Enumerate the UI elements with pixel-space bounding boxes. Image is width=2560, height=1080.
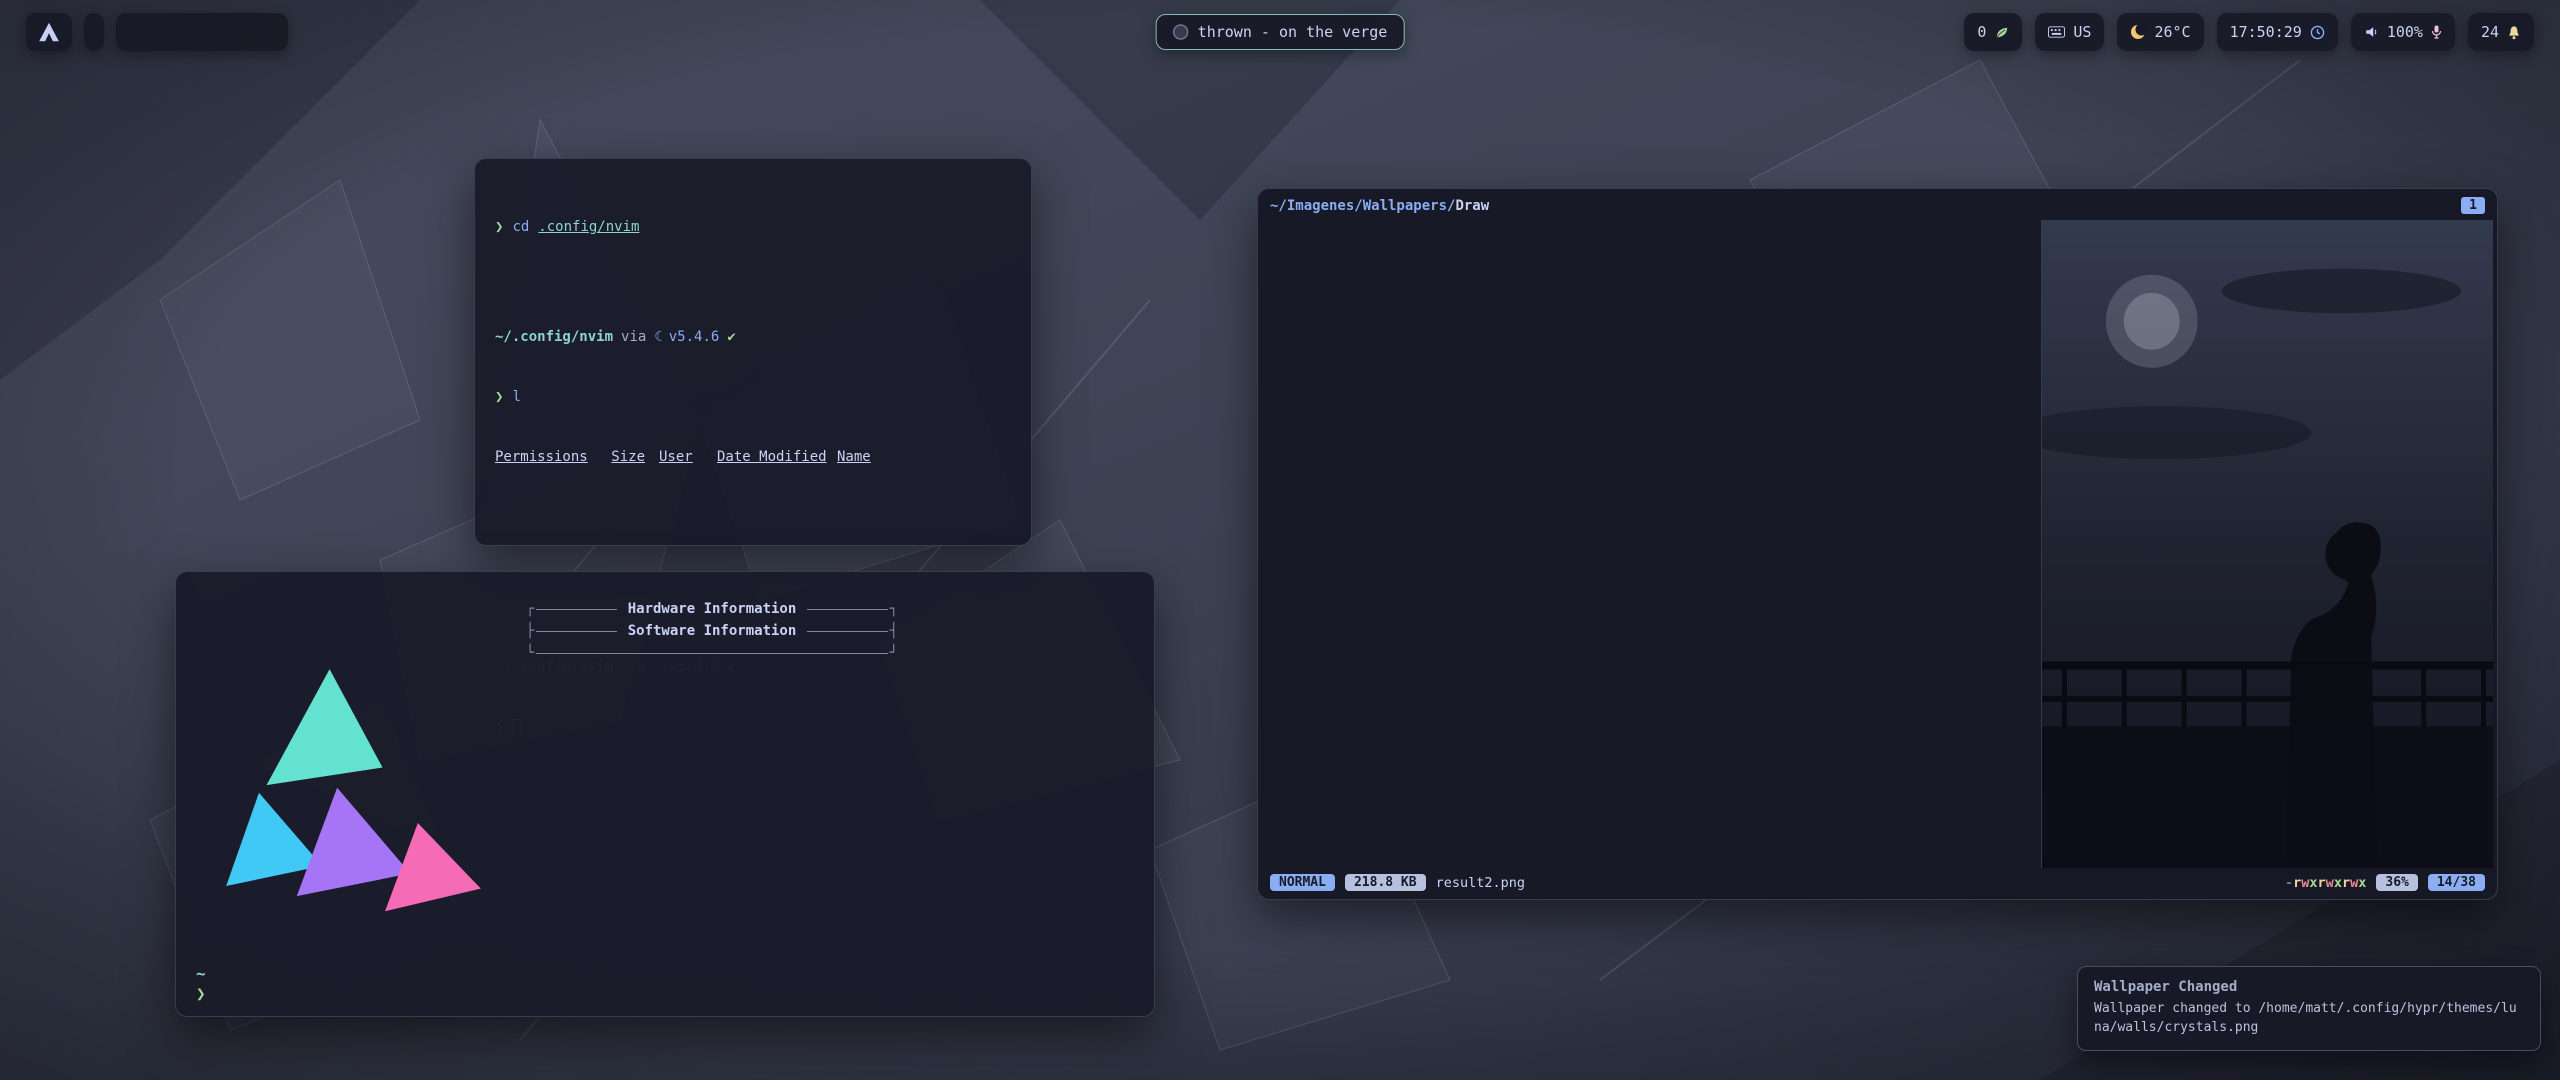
ls-header-row: PermissionsSizeUserDate ModifiedName: [495, 447, 1011, 467]
file-size-badge: 218.8 KB: [1345, 874, 1426, 891]
shell-prompt[interactable]: ~ ❯: [196, 964, 206, 1004]
updates-widget[interactable]: 0: [1964, 13, 2022, 51]
updates-count: 0: [1977, 23, 1986, 41]
software-section-header: ├Software Information┤: [526, 620, 898, 642]
keyboard-icon: [2048, 26, 2065, 38]
breadcrumb-path: ~/Imagenes/Wallpapers/Draw: [1270, 198, 1489, 214]
status-filename: result2.png: [1436, 875, 1525, 891]
moon-icon: [2130, 24, 2146, 40]
media-widget[interactable]: thrown - on the verge: [1156, 14, 1405, 50]
list-position-badge: 14/38: [2428, 874, 2485, 891]
file-manager-body: [1258, 218, 2497, 868]
speaker-icon: [2364, 25, 2379, 39]
image-preview: [2041, 220, 2493, 868]
file-permissions: -rwxrwxrwx: [2285, 875, 2366, 891]
file-manager-window[interactable]: ~/Imagenes/Wallpapers/Draw 1: [1257, 188, 2498, 900]
leaf-icon: [1994, 25, 2009, 40]
ls-output: [495, 507, 1011, 567]
notification-body: Wallpaper changed to /home/matt/.config/…: [2094, 1000, 2524, 1038]
launcher-button[interactable]: [26, 13, 72, 51]
file-manager-header: ~/Imagenes/Wallpapers/Draw 1: [1258, 189, 2497, 218]
hardware-section-header: ┌Hardware Information┐: [526, 598, 898, 620]
weather-widget[interactable]: 26°C: [2117, 13, 2203, 51]
prompt-path-line: ~/.config/nvim via ☾ v5.4.6 ✔: [495, 327, 1011, 347]
clock-widget[interactable]: 17:50:29: [2217, 13, 2338, 51]
prompt-symbol: ❯: [196, 984, 206, 1004]
topbar-left: [26, 13, 288, 51]
notification-popup[interactable]: Wallpaper Changed Wallpaper changed to /…: [2077, 966, 2541, 1051]
arch-logo-icon: [37, 21, 61, 43]
folder-sidebar: [1262, 220, 1404, 868]
volume-widget[interactable]: 100%: [2351, 13, 2455, 51]
command-line: ❯ cd .config/nvim: [495, 217, 1011, 237]
audio-visualizer-widget[interactable]: [116, 13, 288, 51]
mode-badge: NORMAL: [1270, 874, 1335, 891]
mic-icon: [2431, 25, 2442, 39]
hyprland-logo: [176, 572, 526, 1016]
keyboard-layout-widget[interactable]: US: [2035, 13, 2104, 51]
via-label: via: [621, 327, 646, 347]
system-info: ┌Hardware Information┐ ├Software Informa…: [526, 572, 1154, 1016]
notifications-widget[interactable]: 24: [2468, 13, 2534, 51]
prompt-symbol: ❯: [495, 387, 503, 407]
command-arg: .config/nvim: [538, 217, 639, 237]
command-line: ❯l: [495, 387, 1011, 407]
fetch-window[interactable]: ┌Hardware Information┐ ├Software Informa…: [175, 571, 1155, 1017]
command: l: [512, 387, 520, 407]
scroll-percent-badge: 36%: [2376, 874, 2417, 891]
lua-version: v5.4.6: [669, 327, 720, 347]
prompt-symbol: ❯: [495, 217, 503, 237]
cwd: ~/.config/nvim: [495, 327, 613, 347]
status-bar: NORMAL 218.8 KB result2.png -rwxrwxrwx 3…: [1258, 868, 2497, 899]
success-mark: ✔: [727, 327, 735, 347]
bell-icon: [2507, 25, 2521, 40]
command: cd: [512, 217, 529, 237]
tab-badge[interactable]: 1: [2461, 197, 2485, 214]
keyboard-layout: US: [2073, 23, 2091, 41]
clock-icon: [2310, 25, 2325, 40]
cwd: ~: [196, 964, 206, 984]
volume-level: 100%: [2387, 23, 2423, 41]
notification-count: 24: [2481, 23, 2499, 41]
terminal-window[interactable]: ❯ cd .config/nvim ~/.config/nvim via ☾ v5.4.6…: [474, 158, 1032, 546]
media-title: thrown - on the verge: [1198, 23, 1388, 41]
clock-time: 17:50:29: [2230, 23, 2302, 41]
file-list: [1404, 220, 2041, 868]
media-icon: [1173, 24, 1189, 40]
notification-title: Wallpaper Changed: [2094, 979, 2524, 995]
lua-icon: ☾: [654, 327, 662, 347]
box-bottom-border: └┘: [526, 642, 898, 664]
topbar-right: 0 US 26°C 17:50:29: [1964, 13, 2534, 51]
weather-temp: 26°C: [2154, 23, 2190, 41]
workspaces-widget: [84, 13, 104, 51]
